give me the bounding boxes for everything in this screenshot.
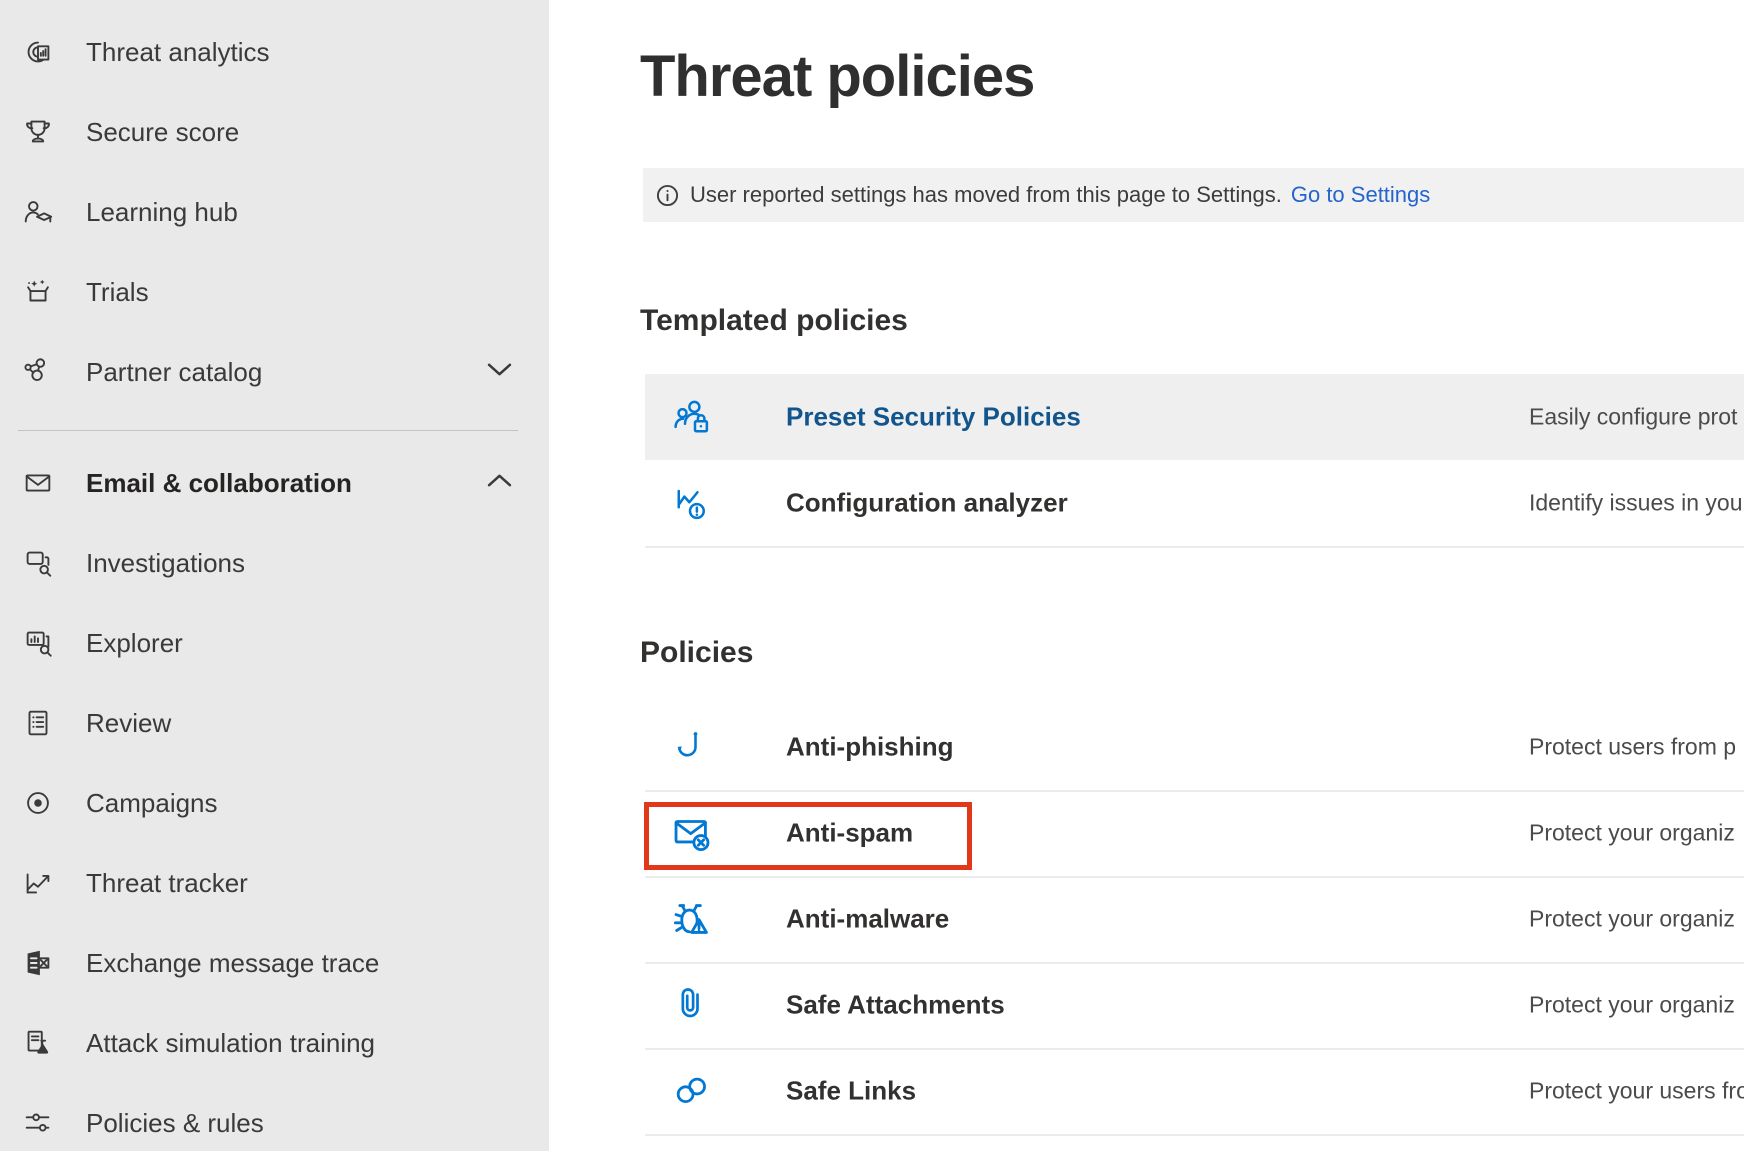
sidebar-item-review[interactable]: Review xyxy=(0,683,549,763)
info-banner: User reported settings has moved from th… xyxy=(643,168,1744,222)
sidebar-item-policies-rules[interactable]: Policies & rules xyxy=(0,1083,549,1163)
sidebar-item-label: Partner catalog xyxy=(86,357,262,388)
investigations-icon xyxy=(20,545,56,581)
row-label[interactable]: Anti-malware xyxy=(786,904,949,935)
chevron-down-icon[interactable] xyxy=(487,363,512,382)
page-title: Threat policies xyxy=(640,44,1034,111)
row-anti-phishing[interactable]: Anti-phishing Protect users from p xyxy=(645,704,1744,792)
sidebar-item-label: Explorer xyxy=(86,628,183,659)
row-safe-links[interactable]: Safe Links Protect your users fro xyxy=(645,1048,1744,1136)
sidebar-item-label: Exchange message trace xyxy=(86,948,379,979)
sidebar-item-trials[interactable]: Trials xyxy=(0,252,549,332)
chain-links-icon xyxy=(668,1067,716,1115)
sidebar-item-threat-tracker[interactable]: Threat tracker xyxy=(0,843,549,923)
sidebar-item-partner-catalog[interactable]: Partner catalog xyxy=(0,332,549,412)
campaigns-icon xyxy=(20,785,56,821)
row-label[interactable]: Anti-spam xyxy=(786,818,913,849)
row-description: Protect your organiz xyxy=(1529,820,1735,847)
threat-tracker-icon xyxy=(20,865,56,901)
go-to-settings-link[interactable]: Go to Settings xyxy=(1291,182,1430,208)
attack-simulation-icon xyxy=(20,1025,56,1061)
learning-hub-icon xyxy=(20,194,56,230)
sidebar-item-label: Trials xyxy=(86,277,149,308)
explorer-icon xyxy=(20,625,56,661)
sidebar-item-label: Learning hub xyxy=(86,197,238,228)
row-label[interactable]: Anti-phishing xyxy=(786,732,954,763)
sidebar-item-secure-score[interactable]: Secure score xyxy=(0,92,549,172)
sidebar-item-threat-analytics[interactable]: Threat analytics xyxy=(0,12,549,92)
sidebar-item-label: Investigations xyxy=(86,548,245,579)
exchange-icon xyxy=(20,945,56,981)
anti-spam-envelope-icon xyxy=(668,809,716,857)
sidebar-item-learning-hub[interactable]: Learning hub xyxy=(0,172,549,252)
anti-phishing-hook-icon xyxy=(668,723,716,771)
sidebar-item-label: Threat tracker xyxy=(86,868,248,899)
row-description: Protect your users fro xyxy=(1529,1078,1744,1105)
threat-analytics-icon xyxy=(20,34,56,70)
anti-malware-bug-icon xyxy=(668,895,716,943)
configuration-analyzer-icon xyxy=(668,479,716,527)
paperclip-icon xyxy=(668,981,716,1029)
sidebar: Threat analytics Secure score xyxy=(0,0,549,1151)
email-icon xyxy=(20,465,56,501)
sidebar-item-label: Policies & rules xyxy=(86,1108,264,1139)
info-icon xyxy=(656,184,679,207)
sidebar-item-attack-simulation-training[interactable]: Attack simulation training xyxy=(0,1003,549,1083)
sidebar-item-label: Campaigns xyxy=(86,788,218,819)
row-description: Protect your organiz xyxy=(1529,992,1735,1019)
section-heading-templated-policies: Templated policies xyxy=(640,303,908,339)
trophy-icon xyxy=(20,114,56,150)
sidebar-divider xyxy=(18,430,518,431)
sliders-icon xyxy=(20,1105,56,1141)
sidebar-item-label: Attack simulation training xyxy=(86,1028,375,1059)
row-preset-security-policies[interactable]: Preset Security Policies Easily configur… xyxy=(645,374,1744,460)
sidebar-item-label: Email & collaboration xyxy=(86,468,352,499)
row-label[interactable]: Configuration analyzer xyxy=(786,488,1068,519)
row-anti-spam[interactable]: Anti-spam Protect your organiz xyxy=(645,790,1744,878)
row-label[interactable]: Safe Links xyxy=(786,1076,916,1107)
row-description: Protect your organiz xyxy=(1529,906,1735,933)
sidebar-item-investigations[interactable]: Investigations xyxy=(0,523,549,603)
sidebar-item-label: Review xyxy=(86,708,171,739)
sidebar-item-exchange-message-trace[interactable]: Exchange message trace xyxy=(0,923,549,1003)
chevron-up-icon[interactable] xyxy=(487,474,512,493)
sidebar-item-label: Threat analytics xyxy=(86,37,270,68)
row-safe-attachments[interactable]: Safe Attachments Protect your organiz xyxy=(645,962,1744,1050)
row-description: Easily configure prot xyxy=(1529,404,1737,431)
sidebar-item-campaigns[interactable]: Campaigns xyxy=(0,763,549,843)
row-description: Protect users from p xyxy=(1529,734,1736,761)
preset-security-policies-icon xyxy=(668,393,716,441)
main-content: Threat policies User reported settings h… xyxy=(549,0,1744,1151)
sidebar-item-explorer[interactable]: Explorer xyxy=(0,603,549,683)
banner-message: User reported settings has moved from th… xyxy=(690,182,1282,208)
row-label[interactable]: Safe Attachments xyxy=(786,990,1005,1021)
partner-catalog-icon xyxy=(20,354,56,390)
review-icon xyxy=(20,705,56,741)
row-description: Identify issues in you xyxy=(1529,490,1743,517)
trials-icon xyxy=(20,274,56,310)
row-label[interactable]: Preset Security Policies xyxy=(786,402,1081,433)
sidebar-item-email-collaboration[interactable]: Email & collaboration xyxy=(0,443,549,523)
row-configuration-analyzer[interactable]: Configuration analyzer Identify issues i… xyxy=(645,460,1744,548)
row-anti-malware[interactable]: Anti-malware Protect your organiz xyxy=(645,876,1744,964)
section-heading-policies: Policies xyxy=(640,635,753,671)
sidebar-item-label: Secure score xyxy=(86,117,239,148)
